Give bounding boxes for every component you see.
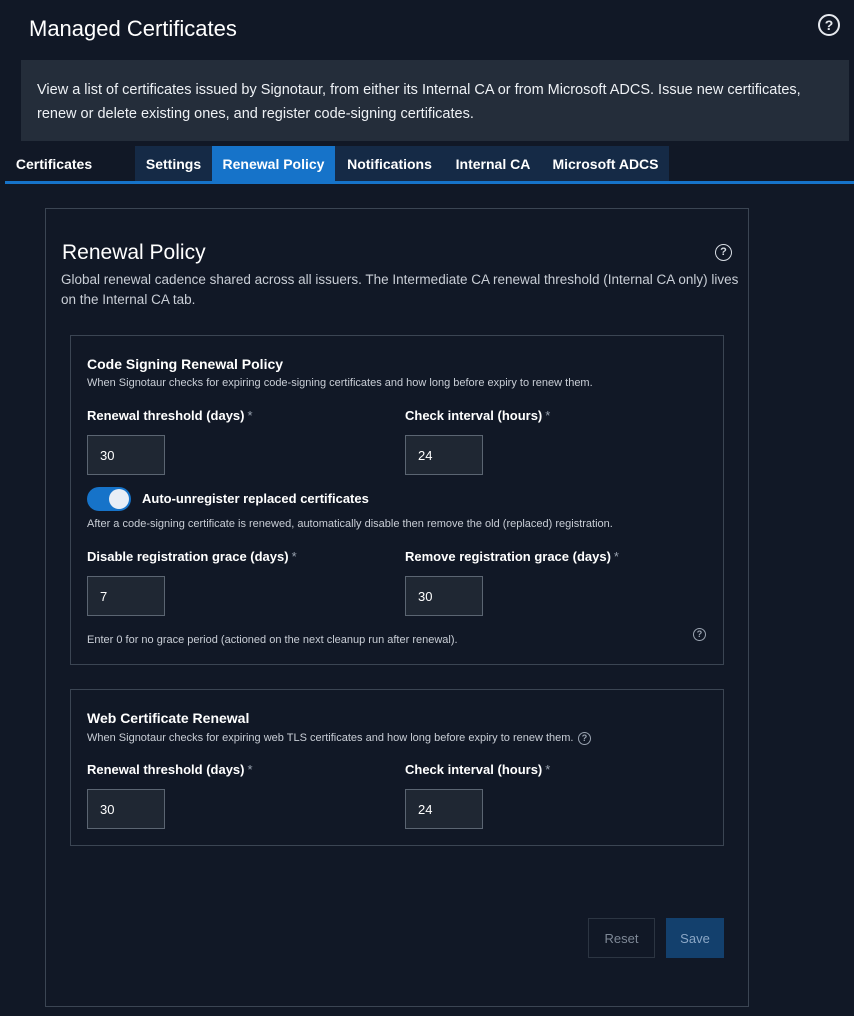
disable-grace-input[interactable] xyxy=(87,576,165,616)
required-marker: * xyxy=(545,408,551,423)
web-renewal-title: Web Certificate Renewal xyxy=(87,710,250,726)
tab-certificates[interactable]: Certificates xyxy=(5,146,103,181)
required-marker: * xyxy=(545,762,551,777)
tab-renewal-policy[interactable]: Renewal Policy xyxy=(212,146,335,181)
tab-settings[interactable]: Settings xyxy=(135,146,212,181)
tab-underline xyxy=(5,181,854,184)
web-help-icon[interactable]: ? xyxy=(578,732,591,745)
reset-button[interactable]: Reset xyxy=(588,918,655,958)
card-description: Global renewal cadence shared across all… xyxy=(61,272,739,307)
cs-check-interval-input[interactable] xyxy=(405,435,483,475)
code-signing-title: Code Signing Renewal Policy xyxy=(87,356,284,372)
card-help-icon[interactable]: ? xyxy=(715,244,732,261)
required-marker: * xyxy=(613,549,619,564)
auto-unregister-label: Auto-unregister replaced certificates xyxy=(142,491,369,506)
cs-renewal-threshold-label: Renewal threshold (days) * xyxy=(87,408,253,423)
code-signing-description: When Signotaur checks for expiring code-… xyxy=(87,377,593,389)
required-marker: * xyxy=(247,408,253,423)
remove-grace-input[interactable] xyxy=(405,576,483,616)
auto-unregister-toggle[interactable] xyxy=(87,487,131,511)
tab-notifications[interactable]: Notifications xyxy=(335,146,444,181)
cs-renewal-threshold-input[interactable] xyxy=(87,435,165,475)
grace-note: Enter 0 for no grace period (actioned on… xyxy=(87,634,458,646)
required-marker: * xyxy=(291,549,297,564)
web-renewal-threshold-label: Renewal threshold (days) * xyxy=(87,762,253,777)
tab-microsoft-adcs[interactable]: Microsoft ADCS xyxy=(542,146,669,181)
page-title: Managed Certificates xyxy=(29,16,237,41)
disable-grace-label: Disable registration grace (days) * xyxy=(87,549,297,564)
card-title: Renewal Policy xyxy=(62,241,206,264)
cs-check-interval-label: Check interval (hours) * xyxy=(405,408,551,423)
auto-unregister-description: After a code-signing certificate is rene… xyxy=(87,518,613,530)
remove-grace-label: Remove registration grace (days) * xyxy=(405,549,619,564)
required-marker: * xyxy=(247,762,253,777)
web-renewal-threshold-input[interactable] xyxy=(87,789,165,829)
intro-banner: View a list of certificates issued by Si… xyxy=(21,60,849,141)
grace-help-icon[interactable]: ? xyxy=(693,628,706,641)
intro-text: View a list of certificates issued by Si… xyxy=(37,82,801,122)
toggle-knob xyxy=(109,489,129,509)
web-check-interval-label: Check interval (hours) * xyxy=(405,762,551,777)
web-renewal-description: When Signotaur checks for expiring web T… xyxy=(87,732,574,744)
tab-internal-ca[interactable]: Internal CA xyxy=(444,146,542,181)
web-check-interval-input[interactable] xyxy=(405,789,483,829)
save-button[interactable]: Save xyxy=(666,918,724,958)
help-icon[interactable]: ? xyxy=(818,14,840,36)
